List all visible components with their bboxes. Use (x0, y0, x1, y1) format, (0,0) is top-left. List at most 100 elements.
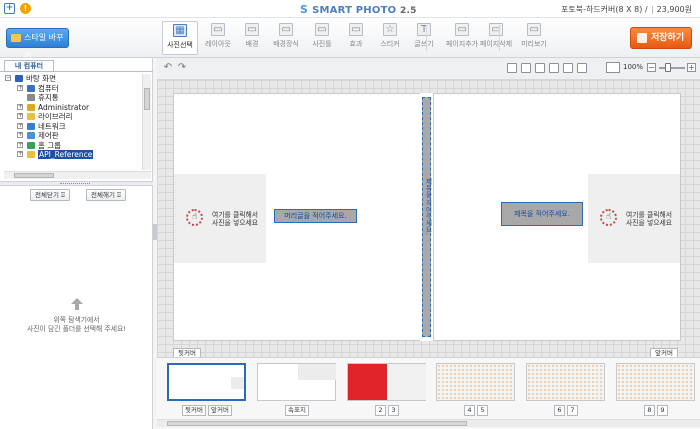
expand-icon[interactable]: + (17, 132, 23, 138)
expand-icon[interactable]: + (17, 122, 23, 129)
zoom-slider-handle[interactable] (665, 63, 671, 72)
tool-sticker[interactable]: ☆ 스티커 (372, 21, 408, 55)
collapse-all-button[interactable]: 전체닫기 ⍐ (30, 189, 70, 201)
tool-background[interactable]: ▭ 배경 (234, 21, 270, 55)
preview-icon: ▭ (527, 23, 541, 36)
fit-page-icon[interactable] (606, 62, 620, 73)
save-button[interactable]: 저장하기 (630, 27, 692, 49)
folder-icon (27, 132, 35, 139)
zoom-slider-track[interactable] (659, 67, 685, 69)
title-text-box[interactable]: 제목을 적어주세요. (501, 202, 583, 226)
tool-photo-frame[interactable]: ▭ 사진틀 (304, 21, 340, 55)
tool-label: 스티커 (380, 40, 400, 48)
new-project-icon[interactable]: + (4, 3, 15, 14)
page-thumbnail[interactable] (526, 363, 605, 401)
app-logo-icon: S (300, 3, 309, 16)
bring-front-icon[interactable] (563, 63, 573, 73)
thumbnail-page-label: 뒷커버 (182, 405, 206, 416)
folder-tree-item[interactable]: + API_Reference (4, 150, 143, 160)
folder-tree-label: 휴지통 (38, 93, 59, 102)
spine: 제목을 적어주세요. (420, 93, 433, 341)
thumbnail-page-label: 6 (554, 405, 565, 416)
smart-photo-app: + ! S SMART PHOTO 2.5 포토북-하드커버(8 X 8) / 23… (0, 0, 700, 429)
folder-tree-item[interactable]: + 네트워크 (4, 122, 143, 132)
folder-icon (15, 75, 23, 82)
align-left-icon[interactable] (521, 63, 531, 73)
folder-tree-item[interactable]: 휴지통 (4, 93, 143, 103)
tool-page-delete[interactable]: ▭ 페이지삭제 (478, 21, 514, 55)
folder-tree-label: 바탕 화면 (26, 74, 56, 83)
folder-icon (27, 122, 35, 130)
folder-tree-item[interactable]: − 바탕 화면 (4, 74, 143, 84)
expand-all-label: 전체해기 (91, 191, 115, 199)
folder-icon (27, 103, 35, 111)
folder-tree-item[interactable]: + Administrator (4, 103, 143, 113)
thumbnails-scrollbar[interactable] (157, 419, 700, 427)
expand-icon[interactable]: + (17, 84, 23, 91)
main-toolbar: 스타일 바꾸기 ▦ 사진선택 ▭ 레이아웃 ▭ 배경 ▭ 배경장식 ▭ 사진틀 ▭ 효과 ☆ 스티커 T 글쓰… (0, 18, 700, 60)
collapse-icon[interactable]: − (5, 75, 11, 81)
undo-icon[interactable]: ↶ (163, 63, 173, 73)
align-right-icon[interactable] (549, 63, 559, 73)
folder-tree-item[interactable]: + 홈 그룹 (4, 141, 143, 151)
photo-slot-right[interactable]: ☝ 여기를 클릭해서 사진을 넣으세요 (588, 174, 680, 263)
folder-tree-item[interactable]: + 컴퓨터 (4, 84, 143, 94)
background-icon: ▭ (245, 23, 259, 36)
page-thumbnail[interactable] (257, 363, 336, 401)
expand-icon[interactable]: + (17, 103, 23, 110)
product-name: 포토북-하드커버(8 X 8) / (561, 5, 648, 14)
page-thumbnail[interactable] (436, 363, 515, 401)
folder-tree-item[interactable]: + 제어판 (4, 131, 143, 141)
title-bar: + ! S SMART PHOTO 2.5 포토북-하드커버(8 X 8) / 23… (0, 0, 700, 18)
expand-icon[interactable]: + (17, 141, 23, 148)
page-thumbnail[interactable] (347, 363, 426, 401)
style-folder-icon (11, 34, 21, 42)
expand-icon[interactable]: + (17, 113, 23, 119)
hint-line-1: 위쪽 탐색기에서 (53, 316, 100, 324)
info-icon[interactable]: ! (20, 3, 31, 14)
tree-horizontal-scrollbar[interactable] (4, 171, 151, 179)
expand-all-button[interactable]: 전체해기 ⍐ (86, 189, 126, 201)
panel-splitter[interactable] (0, 181, 153, 186)
folder-select-hint: 위쪽 탐색기에서 사진이 담긴 폴더를 선택해 주세요! (0, 298, 153, 334)
zoom-in-button[interactable]: + (687, 63, 696, 72)
front-cover-page[interactable]: 제목을 적어주세요. ☝ 여기를 클릭해서 사진을 넣으세요 (433, 93, 681, 341)
expand-icon[interactable]: + (17, 151, 23, 157)
page-add-icon: ▭ (455, 23, 469, 36)
editor-area: ↶ ↷ 100% − + ☝ 여기를 클릭해서 사진을 넣으세요 머리글을 적어… (157, 58, 700, 359)
header-text-box[interactable]: 머리글을 적어주세요. (274, 209, 357, 223)
app-version: 2.5 (399, 6, 417, 16)
redo-icon[interactable]: ↷ (177, 63, 187, 73)
tool-background-decoration[interactable]: ▭ 배경장식 (268, 21, 304, 55)
folder-tree-label: 제어판 (38, 131, 59, 140)
save-label: 저장하기 (651, 33, 685, 43)
tool-effect[interactable]: ▭ 효과 (338, 21, 374, 55)
page-thumbnail[interactable] (616, 363, 695, 401)
tool-photo-select[interactable]: ▦ 사진선택 (162, 21, 198, 55)
tool-label: 페이지삭제 (479, 40, 513, 48)
back-cover-page[interactable]: ☝ 여기를 클릭해서 사진을 넣으세요 머리글을 적어주세요. (173, 93, 421, 341)
spine-text-box[interactable]: 제목을 적어주세요. (422, 97, 432, 337)
tool-page-add[interactable]: ▭ 페이지추가 (444, 21, 480, 55)
align-center-icon[interactable] (535, 63, 545, 73)
tool-label: 배경 (245, 40, 259, 48)
photo-slot-hint: 여기를 클릭해서 사진을 넣으세요 (621, 211, 677, 227)
change-style-button[interactable]: 스타일 바꾸기 (6, 28, 69, 60)
tool-layout[interactable]: ▭ 레이아웃 (200, 21, 236, 55)
folder-tree-label: API_Reference (38, 150, 94, 159)
hand-click-icon: ☝ (600, 209, 617, 226)
tool-label: 글쓰기 (414, 40, 434, 48)
zoom-out-button[interactable]: − (647, 63, 656, 72)
page-thumbnail[interactable] (167, 363, 246, 401)
tool-preview[interactable]: ▭ 미리보기 (516, 21, 552, 55)
photo-hint-line-1: 여기를 클릭해서 (212, 211, 258, 219)
page-canvas: ☝ 여기를 클릭해서 사진을 넣으세요 머리글을 적어주세요. 제목을 적어주세… (157, 80, 700, 359)
photo-slot-left[interactable]: ☝ 여기를 클릭해서 사진을 넣으세요 (174, 174, 266, 263)
thumbnail-page-label: 5 (477, 405, 488, 416)
fit-icon[interactable] (507, 63, 517, 73)
tool-label: 효과 (349, 40, 363, 48)
tree-vertical-scrollbar[interactable] (142, 74, 151, 170)
folder-tree-item[interactable]: + 라이브러리 (4, 112, 143, 122)
send-back-icon[interactable] (577, 63, 587, 73)
tool-text[interactable]: T 글쓰기 (406, 21, 442, 55)
